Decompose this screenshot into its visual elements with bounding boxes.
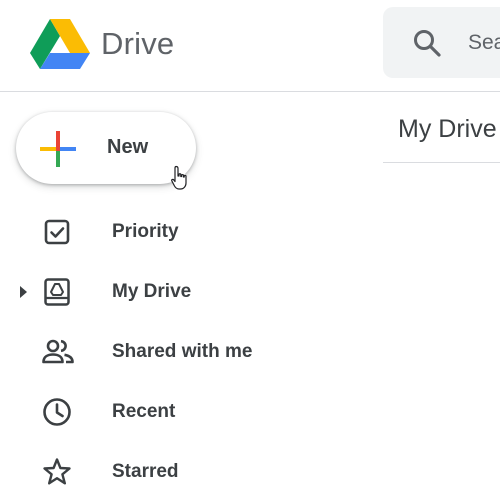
sidebar-item-label: My Drive (112, 281, 192, 302)
clock-icon (43, 398, 71, 426)
google-drive-logo-icon[interactable] (30, 19, 90, 69)
sidebar-item-shared-with-me[interactable]: Shared with me (0, 321, 380, 381)
search-icon[interactable] (412, 28, 442, 58)
people-icon (42, 339, 74, 364)
header-divider (0, 91, 500, 92)
plus-icon (40, 131, 76, 167)
app-name: Drive (101, 26, 175, 61)
expand-arrow-icon[interactable] (18, 285, 28, 299)
sidebar-item-starred[interactable]: Starred (0, 441, 380, 501)
priority-checkbox-icon (44, 219, 70, 245)
sidebar-item-label: Priority (112, 221, 179, 242)
sidebar-item-label: Recent (112, 401, 176, 422)
new-button-label: New (107, 136, 149, 158)
sidebar-item-label: Shared with me (112, 341, 253, 362)
sidebar-item-my-drive[interactable]: My Drive (0, 261, 380, 321)
search-input[interactable]: Sea (468, 29, 500, 57)
page-title[interactable]: My Drive (398, 114, 497, 144)
my-drive-icon (44, 278, 70, 306)
title-divider (383, 162, 500, 163)
sidebar-item-priority[interactable]: Priority (0, 201, 380, 261)
hand-cursor-icon (171, 165, 187, 190)
sidebar-item-recent[interactable]: Recent (0, 381, 380, 441)
star-icon (43, 458, 71, 485)
sidebar-item-label: Starred (112, 461, 179, 482)
